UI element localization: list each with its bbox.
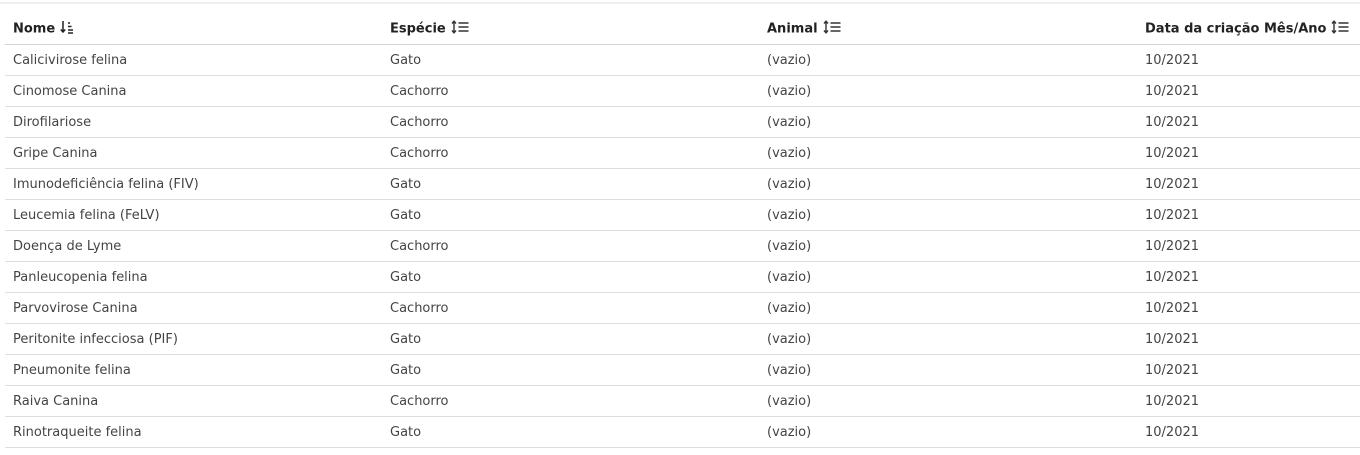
- sort-ascending-icon[interactable]: [60, 20, 74, 38]
- top-divider: [0, 2, 1360, 4]
- cell-data-criacao: 10/2021: [1137, 199, 1360, 231]
- cell-nome: Pneumonite felina: [5, 354, 382, 386]
- cell-animal: (vazio): [759, 75, 1137, 107]
- cell-data-criacao: 10/2021: [1137, 416, 1360, 448]
- cell-animal: (vazio): [759, 137, 1137, 169]
- cell-nome: Gripe Canina: [5, 137, 382, 169]
- cell-data-criacao: 10/2021: [1137, 354, 1360, 386]
- cell-nome: Rinotraqueite felina: [5, 416, 382, 448]
- cell-nome: Panleucopenia felina: [5, 261, 382, 293]
- cell-nome: Imunodeficiência felina (FIV): [5, 168, 382, 200]
- table-row[interactable]: Peritonite infecciosa (PIF) Gato (vazio) 10…: [5, 323, 1360, 355]
- cell-especie: Cachorro: [382, 137, 759, 169]
- cell-nome: Calicivirose felina: [5, 44, 382, 76]
- cell-data-criacao: 10/2021: [1137, 44, 1360, 76]
- cell-animal: (vazio): [759, 385, 1137, 417]
- table-row[interactable]: Panleucopenia felina Gato (vazio) 10/2021: [5, 261, 1360, 293]
- cell-especie: Gato: [382, 168, 759, 200]
- table-row[interactable]: Doença de Lyme Cachorro (vazio) 10/2021: [5, 230, 1360, 262]
- column-header-nome[interactable]: Nome: [5, 14, 382, 45]
- cell-animal: (vazio): [759, 106, 1137, 138]
- cell-data-criacao: 10/2021: [1137, 230, 1360, 262]
- cell-especie: Gato: [382, 261, 759, 293]
- column-header-label: Data da criação Mês/Ano: [1145, 21, 1327, 37]
- cell-data-criacao: 10/2021: [1137, 168, 1360, 200]
- cell-especie: Gato: [382, 199, 759, 231]
- cell-especie: Cachorro: [382, 75, 759, 107]
- sort-icon[interactable]: [1331, 20, 1349, 38]
- table-row[interactable]: Parvovirose Canina Cachorro (vazio) 10/2021: [5, 292, 1360, 324]
- cell-data-criacao: 10/2021: [1137, 137, 1360, 169]
- cell-animal: (vazio): [759, 292, 1137, 324]
- cell-animal: (vazio): [759, 416, 1137, 448]
- sort-icon[interactable]: [451, 20, 469, 38]
- cell-animal: (vazio): [759, 199, 1137, 231]
- data-table: Nome Espécie Animal Data da criação Mês/Ano…: [5, 14, 1360, 448]
- cell-animal: (vazio): [759, 44, 1137, 76]
- cell-nome: Dirofilariose: [5, 106, 382, 138]
- header-row: Nome Espécie Animal Data da criação Mês/Ano: [5, 14, 1360, 45]
- cell-nome: Doença de Lyme: [5, 230, 382, 262]
- cell-nome: Leucemia felina (FeLV): [5, 199, 382, 231]
- cell-nome: Peritonite infecciosa (PIF): [5, 323, 382, 355]
- table-row[interactable]: Cinomose Canina Cachorro (vazio) 10/2021: [5, 75, 1360, 107]
- cell-animal: (vazio): [759, 168, 1137, 200]
- column-header-data-criacao[interactable]: Data da criação Mês/Ano: [1137, 14, 1360, 45]
- cell-data-criacao: 10/2021: [1137, 323, 1360, 355]
- cell-especie: Cachorro: [382, 230, 759, 262]
- cell-data-criacao: 10/2021: [1137, 75, 1360, 107]
- cell-data-criacao: 10/2021: [1137, 106, 1360, 138]
- column-header-label: Nome: [13, 21, 56, 37]
- cell-data-criacao: 10/2021: [1137, 261, 1360, 293]
- table-row[interactable]: Rinotraqueite felina Gato (vazio) 10/2021: [5, 416, 1360, 448]
- cell-especie: Gato: [382, 44, 759, 76]
- cell-especie: Cachorro: [382, 106, 759, 138]
- cell-especie: Gato: [382, 323, 759, 355]
- table-body: Calicivirose felina Gato (vazio) 10/2021 Cin…: [5, 44, 1360, 448]
- column-header-label: Espécie: [390, 21, 446, 37]
- cell-data-criacao: 10/2021: [1137, 292, 1360, 324]
- table-row[interactable]: Gripe Canina Cachorro (vazio) 10/2021: [5, 137, 1360, 169]
- sort-icon[interactable]: [823, 20, 841, 38]
- table-row[interactable]: Imunodeficiência felina (FIV) Gato (vazio)…: [5, 168, 1360, 200]
- cell-animal: (vazio): [759, 261, 1137, 293]
- table-row[interactable]: Pneumonite felina Gato (vazio) 10/2021: [5, 354, 1360, 386]
- cell-data-criacao: 10/2021: [1137, 385, 1360, 417]
- table-row[interactable]: Dirofilariose Cachorro (vazio) 10/2021: [5, 106, 1360, 138]
- column-header-label: Animal: [767, 21, 818, 37]
- cell-animal: (vazio): [759, 354, 1137, 386]
- cell-especie: Cachorro: [382, 385, 759, 417]
- table-row[interactable]: Raiva Canina Cachorro (vazio) 10/2021: [5, 385, 1360, 417]
- cell-nome: Raiva Canina: [5, 385, 382, 417]
- cell-animal: (vazio): [759, 230, 1137, 262]
- cell-nome: Cinomose Canina: [5, 75, 382, 107]
- cell-especie: Gato: [382, 354, 759, 386]
- column-header-animal[interactable]: Animal: [759, 14, 1137, 45]
- cell-especie: Cachorro: [382, 292, 759, 324]
- table-row[interactable]: Calicivirose felina Gato (vazio) 10/2021: [5, 44, 1360, 76]
- cell-nome: Parvovirose Canina: [5, 292, 382, 324]
- cell-especie: Gato: [382, 416, 759, 448]
- column-header-especie[interactable]: Espécie: [382, 14, 759, 45]
- table-row[interactable]: Leucemia felina (FeLV) Gato (vazio) 10/2021: [5, 199, 1360, 231]
- cell-animal: (vazio): [759, 323, 1137, 355]
